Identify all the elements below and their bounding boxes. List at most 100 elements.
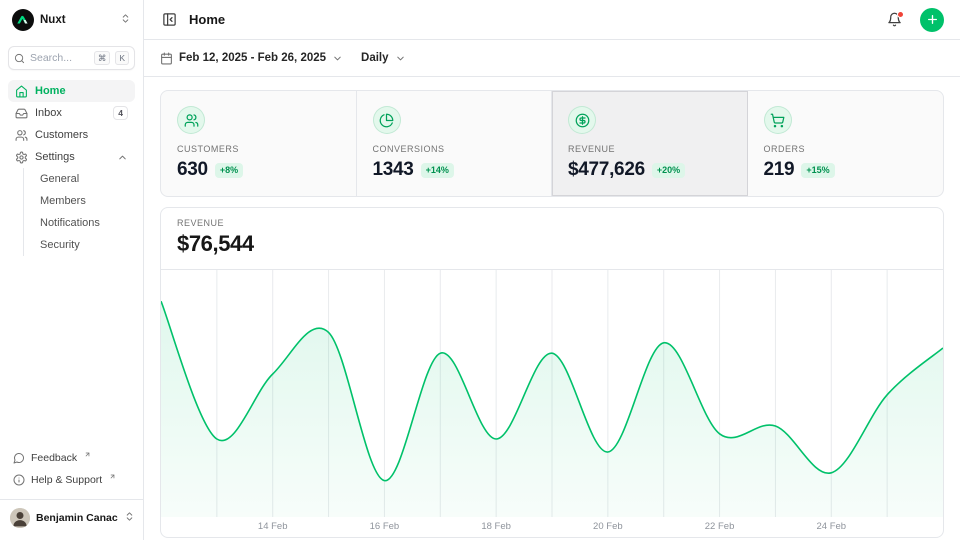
sidebar-item-settings[interactable]: Settings [8, 146, 135, 168]
sidebar-item-home[interactable]: Home [8, 80, 135, 102]
stats-group: CUSTOMERS 630 +8% CONVERSIONS 1343 +14% [160, 90, 944, 197]
granularity-value: Daily [361, 52, 389, 64]
kbd-cmd: ⌘ [94, 51, 111, 65]
feedback-label: Feedback [31, 452, 77, 464]
user-menu[interactable]: Benjamin Canac [0, 499, 143, 532]
help-support-label: Help & Support [31, 474, 102, 486]
stat-card-revenue[interactable]: REVENUE $477,626 +20% [552, 91, 748, 196]
sidebar-item-label: Security [40, 239, 80, 251]
avatar [10, 508, 30, 528]
app-window: Nuxt Search... ⌘ K Home Inbox 4 [0, 0, 960, 540]
help-support-link[interactable]: Help & Support [8, 469, 135, 491]
stat-card-conversions[interactable]: CONVERSIONS 1343 +14% [357, 91, 553, 196]
date-range-value: Feb 12, 2025 - Feb 26, 2025 [179, 52, 326, 64]
sidebar-item-label: Settings [35, 151, 110, 163]
sidebar-item-label: Home [35, 85, 128, 97]
stat-delta-badge: +20% [652, 163, 685, 178]
sidebar-item-notifications[interactable]: Notifications [24, 212, 135, 234]
stat-delta-badge: +14% [421, 163, 454, 178]
cart-icon [764, 106, 792, 134]
gear-icon [15, 151, 28, 164]
stat-card-orders[interactable]: ORDERS 219 +15% [748, 91, 944, 196]
revenue-chart-card: REVENUE $76,544 14 Feb 16 Feb 18 Feb 20 Feb… [160, 207, 944, 538]
sidebar-nav: Home Inbox 4 Customers Settings General [8, 80, 135, 256]
sidebar-item-label: Notifications [40, 217, 100, 229]
nuxt-logo [12, 9, 34, 31]
x-axis-label: 20 Feb [593, 521, 623, 532]
chevron-up-down-icon [120, 11, 131, 29]
notifications-button[interactable] [885, 10, 904, 29]
search-placeholder: Search... [30, 52, 89, 64]
date-range-picker[interactable]: Feb 12, 2025 - Feb 26, 2025 [160, 52, 343, 65]
workspace-switcher[interactable]: Nuxt [8, 8, 135, 32]
sidebar: Nuxt Search... ⌘ K Home Inbox 4 [0, 0, 144, 540]
workspace-name: Nuxt [40, 14, 114, 26]
stat-label: CUSTOMERS [177, 144, 340, 154]
stat-label: CONVERSIONS [373, 144, 536, 154]
sidebar-spacer [8, 256, 135, 447]
panel-left-close-icon [162, 12, 177, 27]
users-icon [15, 129, 28, 142]
stat-value: 219 [764, 159, 795, 181]
chevron-up-icon [117, 152, 128, 163]
sidebar-item-customers[interactable]: Customers [8, 124, 135, 146]
inbox-icon [15, 107, 28, 120]
sidebar-item-inbox[interactable]: Inbox 4 [8, 102, 135, 124]
dashboard-content: CUSTOMERS 630 +8% CONVERSIONS 1343 +14% [144, 77, 960, 540]
stat-label: ORDERS [764, 144, 928, 154]
chart-metric-value: $76,544 [177, 231, 927, 257]
granularity-select[interactable]: Daily [361, 52, 406, 64]
stat-delta-badge: +8% [215, 163, 243, 178]
main-panel: Home Feb 12, 2025 - Feb 26, 2025 Daily [144, 0, 960, 540]
user-name: Benjamin Canac [36, 512, 118, 524]
stat-label: REVENUE [568, 144, 731, 154]
chart-header: REVENUE $76,544 [161, 208, 943, 270]
sidebar-item-security[interactable]: Security [24, 234, 135, 256]
filter-toolbar: Feb 12, 2025 - Feb 26, 2025 Daily [144, 40, 960, 77]
pie-chart-icon [373, 106, 401, 134]
message-circle-icon [13, 452, 25, 464]
kbd-k: K [115, 51, 129, 65]
x-axis: 14 Feb 16 Feb 18 Feb 20 Feb 22 Feb 24 Feb [161, 517, 943, 537]
info-circle-icon [13, 474, 25, 486]
sidebar-item-label: Inbox [35, 107, 106, 119]
users-icon [177, 106, 205, 134]
notification-dot [897, 11, 904, 18]
external-link-icon [84, 449, 91, 461]
sidebar-item-label: Members [40, 195, 86, 207]
chevron-down-icon [395, 53, 406, 64]
search-input[interactable]: Search... ⌘ K [8, 46, 135, 70]
x-axis-label: 22 Feb [705, 521, 735, 532]
x-axis-label: 14 Feb [258, 521, 288, 532]
sidebar-item-members[interactable]: Members [24, 190, 135, 212]
chart-plot-area[interactable] [161, 270, 943, 517]
topbar: Home [144, 0, 960, 40]
sidebar-item-label: General [40, 173, 79, 185]
sidebar-item-general[interactable]: General [24, 168, 135, 190]
revenue-area-chart [161, 270, 943, 517]
add-button[interactable] [920, 8, 944, 32]
feedback-link[interactable]: Feedback [8, 447, 135, 469]
page-title: Home [189, 12, 875, 27]
search-icon [14, 53, 25, 64]
chevron-down-icon [332, 53, 343, 64]
chevron-up-down-icon [124, 509, 135, 527]
settings-submenu: General Members Notifications Security [23, 168, 135, 256]
inbox-count-badge: 4 [113, 106, 128, 120]
circle-dollar-icon [568, 106, 596, 134]
sidebar-item-label: Customers [35, 129, 128, 141]
calendar-icon [160, 52, 173, 65]
chart-metric-label: REVENUE [177, 218, 927, 228]
home-icon [15, 85, 28, 98]
stat-delta-badge: +15% [801, 163, 834, 178]
stat-value: 1343 [373, 159, 414, 181]
x-axis-label: 18 Feb [481, 521, 511, 532]
x-axis-label: 16 Feb [370, 521, 400, 532]
stat-value: 630 [177, 159, 208, 181]
external-link-icon [109, 471, 116, 483]
stat-card-customers[interactable]: CUSTOMERS 630 +8% [161, 91, 357, 196]
sidebar-collapse-button[interactable] [160, 10, 179, 29]
x-axis-label: 24 Feb [816, 521, 846, 532]
stat-value: $477,626 [568, 159, 645, 181]
plus-icon [926, 13, 939, 26]
